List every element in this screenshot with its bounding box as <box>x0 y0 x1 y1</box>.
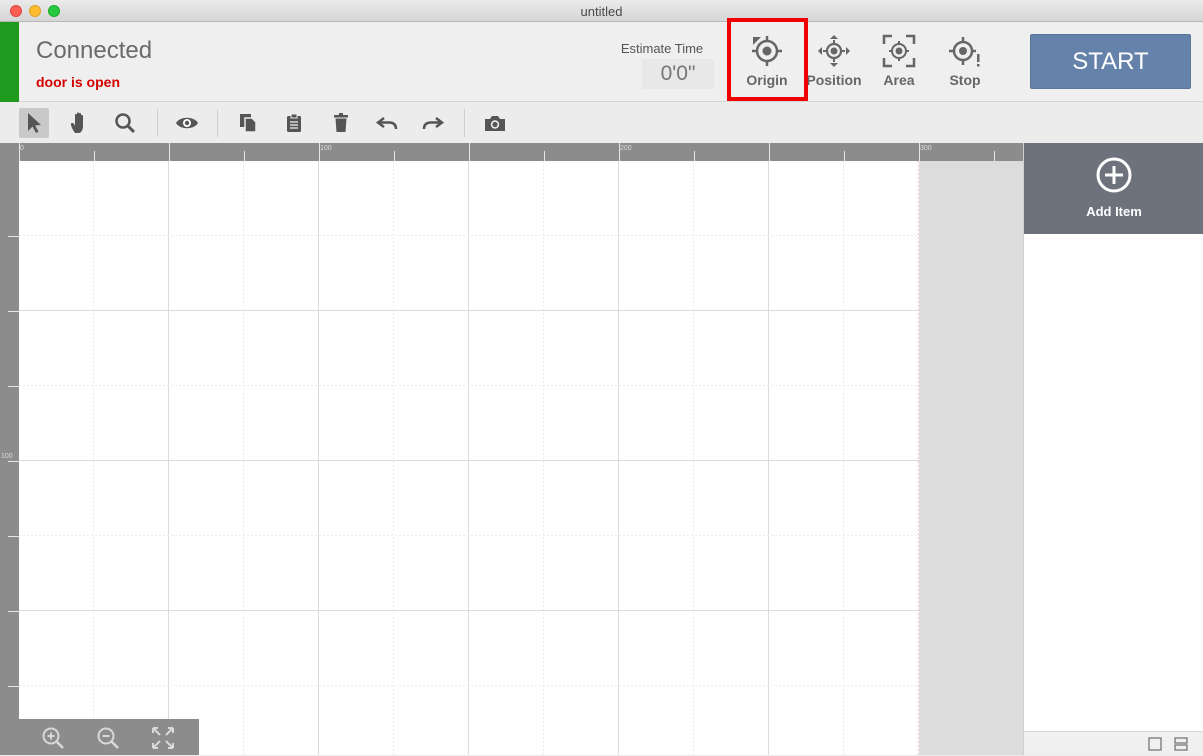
canvas-outside-area <box>919 161 1023 755</box>
pan-tool-button[interactable] <box>65 108 95 138</box>
square-icon <box>1148 737 1162 751</box>
window-title: untitled <box>580 4 623 19</box>
items-panel: Add Item <box>1023 143 1203 755</box>
split-icon <box>1174 737 1188 751</box>
title-bar: untitled <box>0 0 1203 22</box>
add-item-label: Add Item <box>1086 204 1142 219</box>
ruler-left-label: 100 <box>1 453 13 460</box>
delete-button[interactable] <box>326 108 356 138</box>
header: Connected door is open Estimate Time 0'0… <box>0 22 1203 102</box>
ruler-top-label: 300 <box>920 145 932 152</box>
select-tool-button[interactable] <box>19 108 49 138</box>
plus-circle-icon <box>1096 157 1132 193</box>
origin-icon <box>752 36 782 66</box>
position-label: Position <box>806 72 862 88</box>
paste-button[interactable] <box>279 108 309 138</box>
single-view-button[interactable] <box>1148 737 1162 751</box>
zoom-out-icon <box>97 727 119 749</box>
toolbar-divider <box>217 109 218 137</box>
toolbar-divider <box>157 109 158 137</box>
estimate-time-value: 0'0" <box>642 59 714 89</box>
area-label: Area <box>883 72 915 88</box>
undo-button[interactable] <box>372 108 402 138</box>
origin-label: Origin <box>746 72 788 88</box>
zoom-in-icon <box>42 727 64 749</box>
position-button[interactable]: Position <box>801 32 867 92</box>
ruler-corner <box>0 143 19 161</box>
ruler-top-label: 200 <box>620 145 632 152</box>
ruler-top-label: 100 <box>320 145 332 152</box>
toolbar-divider <box>464 109 465 137</box>
zoom-in-button[interactable] <box>40 725 66 751</box>
origin-button[interactable]: Origin <box>734 32 800 92</box>
area-button[interactable]: Area <box>866 32 932 92</box>
door-status: door is open <box>36 74 120 90</box>
clipboard-icon <box>287 113 301 132</box>
magnifier-icon <box>115 113 136 134</box>
preview-button[interactable] <box>172 108 202 138</box>
eye-icon <box>176 117 198 129</box>
area-icon <box>882 34 916 68</box>
stop-icon <box>949 37 980 67</box>
redo-button[interactable] <box>418 108 448 138</box>
position-icon <box>818 35 850 67</box>
add-item-button[interactable]: Add Item <box>1024 143 1203 234</box>
camera-icon <box>485 116 505 131</box>
start-button[interactable]: START <box>1030 34 1191 89</box>
redo-icon <box>422 117 444 130</box>
copy-icon <box>240 114 257 133</box>
trash-icon <box>334 113 348 132</box>
estimate-time-label: Estimate Time <box>620 41 704 56</box>
expand-icon <box>152 727 174 749</box>
panel-footer <box>1024 731 1203 755</box>
zoom-tool-button[interactable] <box>110 108 140 138</box>
zoom-controls <box>19 719 199 755</box>
stop-button[interactable]: Stop <box>932 32 998 92</box>
undo-icon <box>376 117 398 130</box>
app-window: untitled Connected door is open Estimate… <box>0 0 1203 755</box>
copy-button[interactable] <box>233 108 263 138</box>
hand-icon <box>71 112 83 133</box>
stop-label: Stop <box>949 72 981 88</box>
pointer-icon <box>28 113 41 133</box>
ruler-top-label: 0 <box>20 145 24 152</box>
split-view-button[interactable] <box>1174 737 1188 751</box>
work-canvas[interactable] <box>19 161 919 755</box>
camera-button[interactable] <box>480 108 510 138</box>
zoom-out-button[interactable] <box>95 725 121 751</box>
fit-to-screen-button[interactable] <box>150 725 176 751</box>
connection-status: Connected <box>36 37 153 64</box>
connection-indicator <box>0 22 19 102</box>
horizontal-ruler: 0 100 200 300 <box>19 143 1023 161</box>
edit-toolbar <box>0 103 1203 143</box>
vertical-ruler: 100 <box>0 161 19 755</box>
